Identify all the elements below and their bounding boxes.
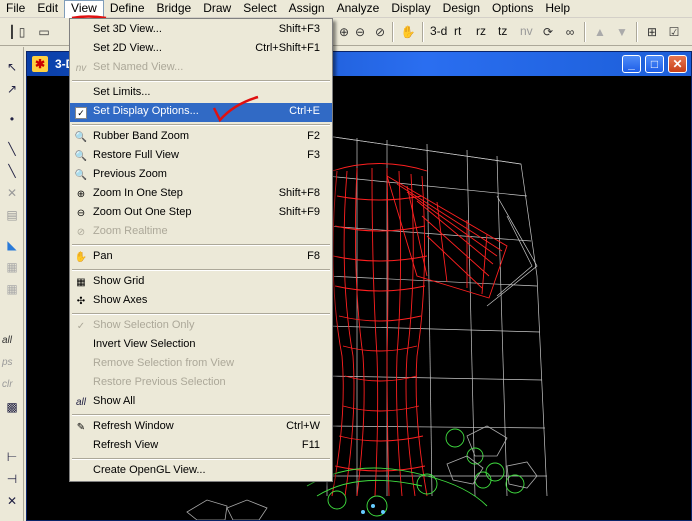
menu-item-set-display-options[interactable]: ✓ Set Display Options... Ctrl+E [70, 103, 332, 122]
zoom-out-icon[interactable]: ⊖ [350, 22, 370, 42]
display-options-checkbox-icon: ✓ [73, 105, 89, 120]
toolbar-separator [392, 22, 394, 42]
annotation-checkmark [212, 95, 259, 123]
menu-separator [72, 124, 330, 126]
menu-analyze[interactable]: Analyze [331, 0, 386, 18]
draw-quad-icon[interactable]: ▦ [2, 279, 22, 299]
menu-help[interactable]: Help [539, 0, 576, 18]
draw-area-icon[interactable]: ▤ [2, 205, 22, 225]
check-box-icon[interactable]: ☑ [664, 22, 684, 42]
menu-assign[interactable]: Assign [283, 0, 331, 18]
grid-icon: ▦ [76, 277, 86, 288]
view-nv-button[interactable]: nv [520, 24, 533, 38]
arrow-down-icon[interactable]: ▼ [612, 22, 632, 42]
menu-design[interactable]: Design [437, 0, 486, 18]
pointer-icon[interactable]: ↖ [2, 57, 22, 77]
named-view-icon: nv [75, 63, 87, 74]
menu-item-zoom-out[interactable]: ⊖ Zoom Out One Step Shift+F9 [70, 204, 332, 223]
window-tile-icon[interactable]: ⊞ [642, 22, 662, 42]
reshape-icon[interactable]: ↗ [2, 79, 22, 99]
menu-item-show-all[interactable]: all Show All [70, 393, 332, 412]
select-all-button[interactable]: all [2, 335, 12, 346]
menu-item-remove-selection[interactable]: Remove Selection from View [70, 355, 332, 374]
zoom-out-icon: ⊖ [76, 208, 86, 219]
previous-zoom-icon: 🔍 [74, 170, 88, 181]
draw-poly-icon[interactable]: ◣ [2, 235, 22, 255]
menu-display[interactable]: Display [385, 0, 436, 18]
menu-item-invert-view-selection[interactable]: Invert View Selection [70, 336, 332, 355]
menu-define[interactable]: Define [104, 0, 151, 18]
point-icon[interactable]: • [2, 109, 22, 129]
pan-hand-icon: ✋ [74, 252, 88, 263]
zoom-lens-icon: 🔍 [74, 132, 88, 143]
selection-only-icon: ✓ [76, 321, 86, 332]
close-button[interactable]: ✕ [668, 55, 687, 73]
menu-item-set-3d-view[interactable]: Set 3D View... Shift+F3 [70, 21, 332, 40]
menu-item-show-axes[interactable]: ✣ Show Axes [70, 292, 332, 311]
pencil-icon: ✎ [76, 422, 86, 433]
menu-item-previous-zoom[interactable]: 🔍 Previous Zoom [70, 166, 332, 185]
menu-item-set-named-view[interactable]: nv Set Named View... [70, 59, 332, 78]
menu-item-set-2d-view[interactable]: Set 2D View... Ctrl+Shift+F1 [70, 40, 332, 59]
draw-rect-icon[interactable]: ▦ [2, 257, 22, 277]
menu-bridge[interactable]: Bridge [151, 0, 198, 18]
intersect-select-icon[interactable]: ▩ [2, 397, 22, 417]
snap-points-icon[interactable]: ⊢ [2, 447, 22, 467]
quick-draw-icon[interactable]: ✕ [2, 183, 22, 203]
view-3d-button[interactable]: 3-d [430, 24, 447, 38]
restore-view-icon: 🔍 [74, 151, 88, 162]
arrow-up-icon[interactable]: ▲ [590, 22, 610, 42]
axes-icon: ✣ [76, 296, 86, 307]
zoom-in-icon: ⊕ [76, 189, 86, 200]
menu-select[interactable]: Select [237, 0, 282, 18]
menu-item-show-selection-only[interactable]: ✓ Show Selection Only [70, 317, 332, 336]
new-file-icon[interactable]: ▯ [12, 22, 32, 42]
menu-item-refresh-view[interactable]: Refresh View F11 [70, 437, 332, 456]
menu-item-zoom-in[interactable]: ⊕ Zoom In One Step Shift+F8 [70, 185, 332, 204]
menu-item-refresh-window[interactable]: ✎ Refresh Window Ctrl+W [70, 418, 332, 437]
menu-edit[interactable]: Edit [31, 0, 64, 18]
view-tz-button[interactable]: tz [498, 24, 507, 38]
menu-item-pan[interactable]: ✋ Pan F8 [70, 248, 332, 267]
menu-file[interactable]: File [0, 0, 31, 18]
previous-selection-button[interactable]: ps [2, 357, 13, 368]
snap-intersect-icon[interactable]: ✕ [2, 491, 22, 511]
window-app-icon: ✱ [32, 56, 48, 72]
menu-separator [72, 80, 330, 82]
view-rz-button[interactable]: rz [476, 24, 486, 38]
menu-item-zoom-realtime[interactable]: ⊘ Zoom Realtime [70, 223, 332, 242]
draw-line-icon[interactable]: ╲ [2, 139, 22, 159]
toolbar-separator [636, 22, 638, 42]
open-folder-icon[interactable]: ▭ [34, 22, 54, 42]
menu-item-create-opengl-view[interactable]: Create OpenGL View... [70, 462, 332, 481]
menu-separator [72, 313, 330, 315]
menu-item-restore-full-view[interactable]: 🔍 Restore Full View F3 [70, 147, 332, 166]
maximize-button[interactable]: □ [645, 55, 664, 73]
clear-selection-button[interactable]: clr [2, 379, 13, 390]
menu-item-set-limits[interactable]: Set Limits... [70, 84, 332, 103]
toolbar-separator [422, 22, 424, 42]
view-rt-button[interactable]: rt [454, 24, 461, 38]
menu-separator [72, 269, 330, 271]
menu-draw[interactable]: Draw [197, 0, 237, 18]
pan-icon[interactable]: ✋ [398, 22, 418, 42]
left-toolbar: ↖ ↗ • ╲ ╲ ✕ ▤ ◣ ▦ ▦ all ps clr ▩ ⊢ ⊣ ✕ [0, 47, 24, 521]
snap-ends-icon[interactable]: ⊣ [2, 469, 22, 489]
menu-options[interactable]: Options [486, 0, 539, 18]
toolbar-separator [584, 22, 586, 42]
menu-separator [72, 244, 330, 246]
rotate-icon[interactable]: ⟳ [538, 22, 558, 42]
show-all-icon: all [75, 397, 86, 408]
minimize-button[interactable]: _ [622, 55, 641, 73]
view-menu-dropdown: Set 3D View... Shift+F3 Set 2D View... C… [69, 18, 333, 482]
zoom-realtime-icon: ⊘ [76, 227, 86, 238]
glasses-icon[interactable]: ∞ [560, 22, 580, 42]
menu-item-show-grid[interactable]: ▦ Show Grid [70, 273, 332, 292]
menu-separator [72, 414, 330, 416]
menu-item-restore-previous-selection[interactable]: Restore Previous Selection [70, 374, 332, 393]
zoom-realtime-icon: ⊘ [374, 25, 386, 39]
draw-frame-icon[interactable]: ╲ [2, 161, 22, 181]
menu-separator [72, 458, 330, 460]
menu-item-rubber-band-zoom[interactable]: 🔍 Rubber Band Zoom F2 [70, 128, 332, 147]
